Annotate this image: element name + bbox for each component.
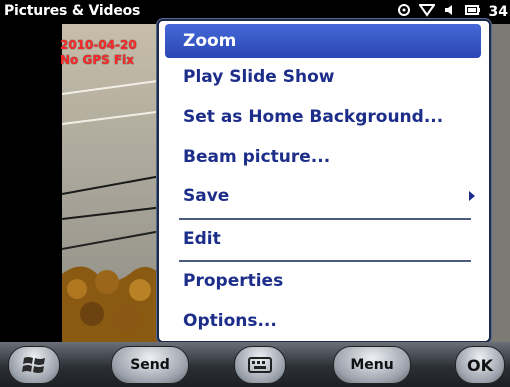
send-button[interactable]: Send bbox=[111, 346, 189, 384]
ok-button[interactable]: OK bbox=[455, 346, 505, 384]
app-title: Pictures & Videos bbox=[4, 3, 141, 19]
menu-item-label: Options... bbox=[183, 311, 277, 331]
menu-item-label: Beam picture... bbox=[183, 147, 331, 167]
menu-item-properties[interactable]: Properties bbox=[165, 264, 481, 298]
gps-status: No GPS Fix bbox=[60, 53, 134, 67]
submenu-arrow-icon bbox=[469, 191, 475, 201]
send-button-label: Send bbox=[130, 357, 170, 373]
menu-item-zoom[interactable]: Zoom bbox=[165, 24, 481, 58]
menu-item-set-as-home-background[interactable]: Set as Home Background... bbox=[165, 100, 481, 134]
date-stamp: 2010-04-20 bbox=[60, 38, 137, 52]
menu-separator bbox=[179, 218, 471, 220]
menu-item-beam-picture[interactable]: Beam picture... bbox=[165, 140, 481, 174]
menu-item-edit[interactable]: Edit bbox=[165, 222, 481, 256]
menu-item-play-slide-show[interactable]: Play Slide Show bbox=[165, 60, 481, 94]
menu-item-label: Edit bbox=[183, 229, 221, 249]
menu-item-options[interactable]: Options... bbox=[165, 304, 481, 338]
menu-item-save[interactable]: Save bbox=[165, 179, 481, 213]
softkey-bar: Send Menu OK bbox=[0, 342, 510, 387]
menu-item-label: Zoom bbox=[183, 31, 237, 51]
start-button[interactable] bbox=[8, 346, 60, 384]
keyboard-button[interactable] bbox=[234, 346, 286, 384]
keyboard-icon bbox=[248, 357, 272, 373]
context-menu: Zoom Play Slide Show Set as Home Backgro… bbox=[157, 19, 491, 343]
menu-item-label: Set as Home Background... bbox=[183, 107, 444, 127]
menu-softkey[interactable]: Menu bbox=[333, 346, 411, 384]
clock-time[interactable]: 34 bbox=[489, 4, 508, 20]
ok-button-label: OK bbox=[467, 355, 493, 375]
menu-separator bbox=[179, 260, 471, 262]
menu-item-label: Play Slide Show bbox=[183, 67, 335, 87]
windows-logo-icon bbox=[22, 357, 45, 373]
menu-item-label: Properties bbox=[183, 271, 284, 291]
menu-item-label: Save bbox=[183, 186, 230, 206]
menu-softkey-label: Menu bbox=[350, 357, 394, 373]
